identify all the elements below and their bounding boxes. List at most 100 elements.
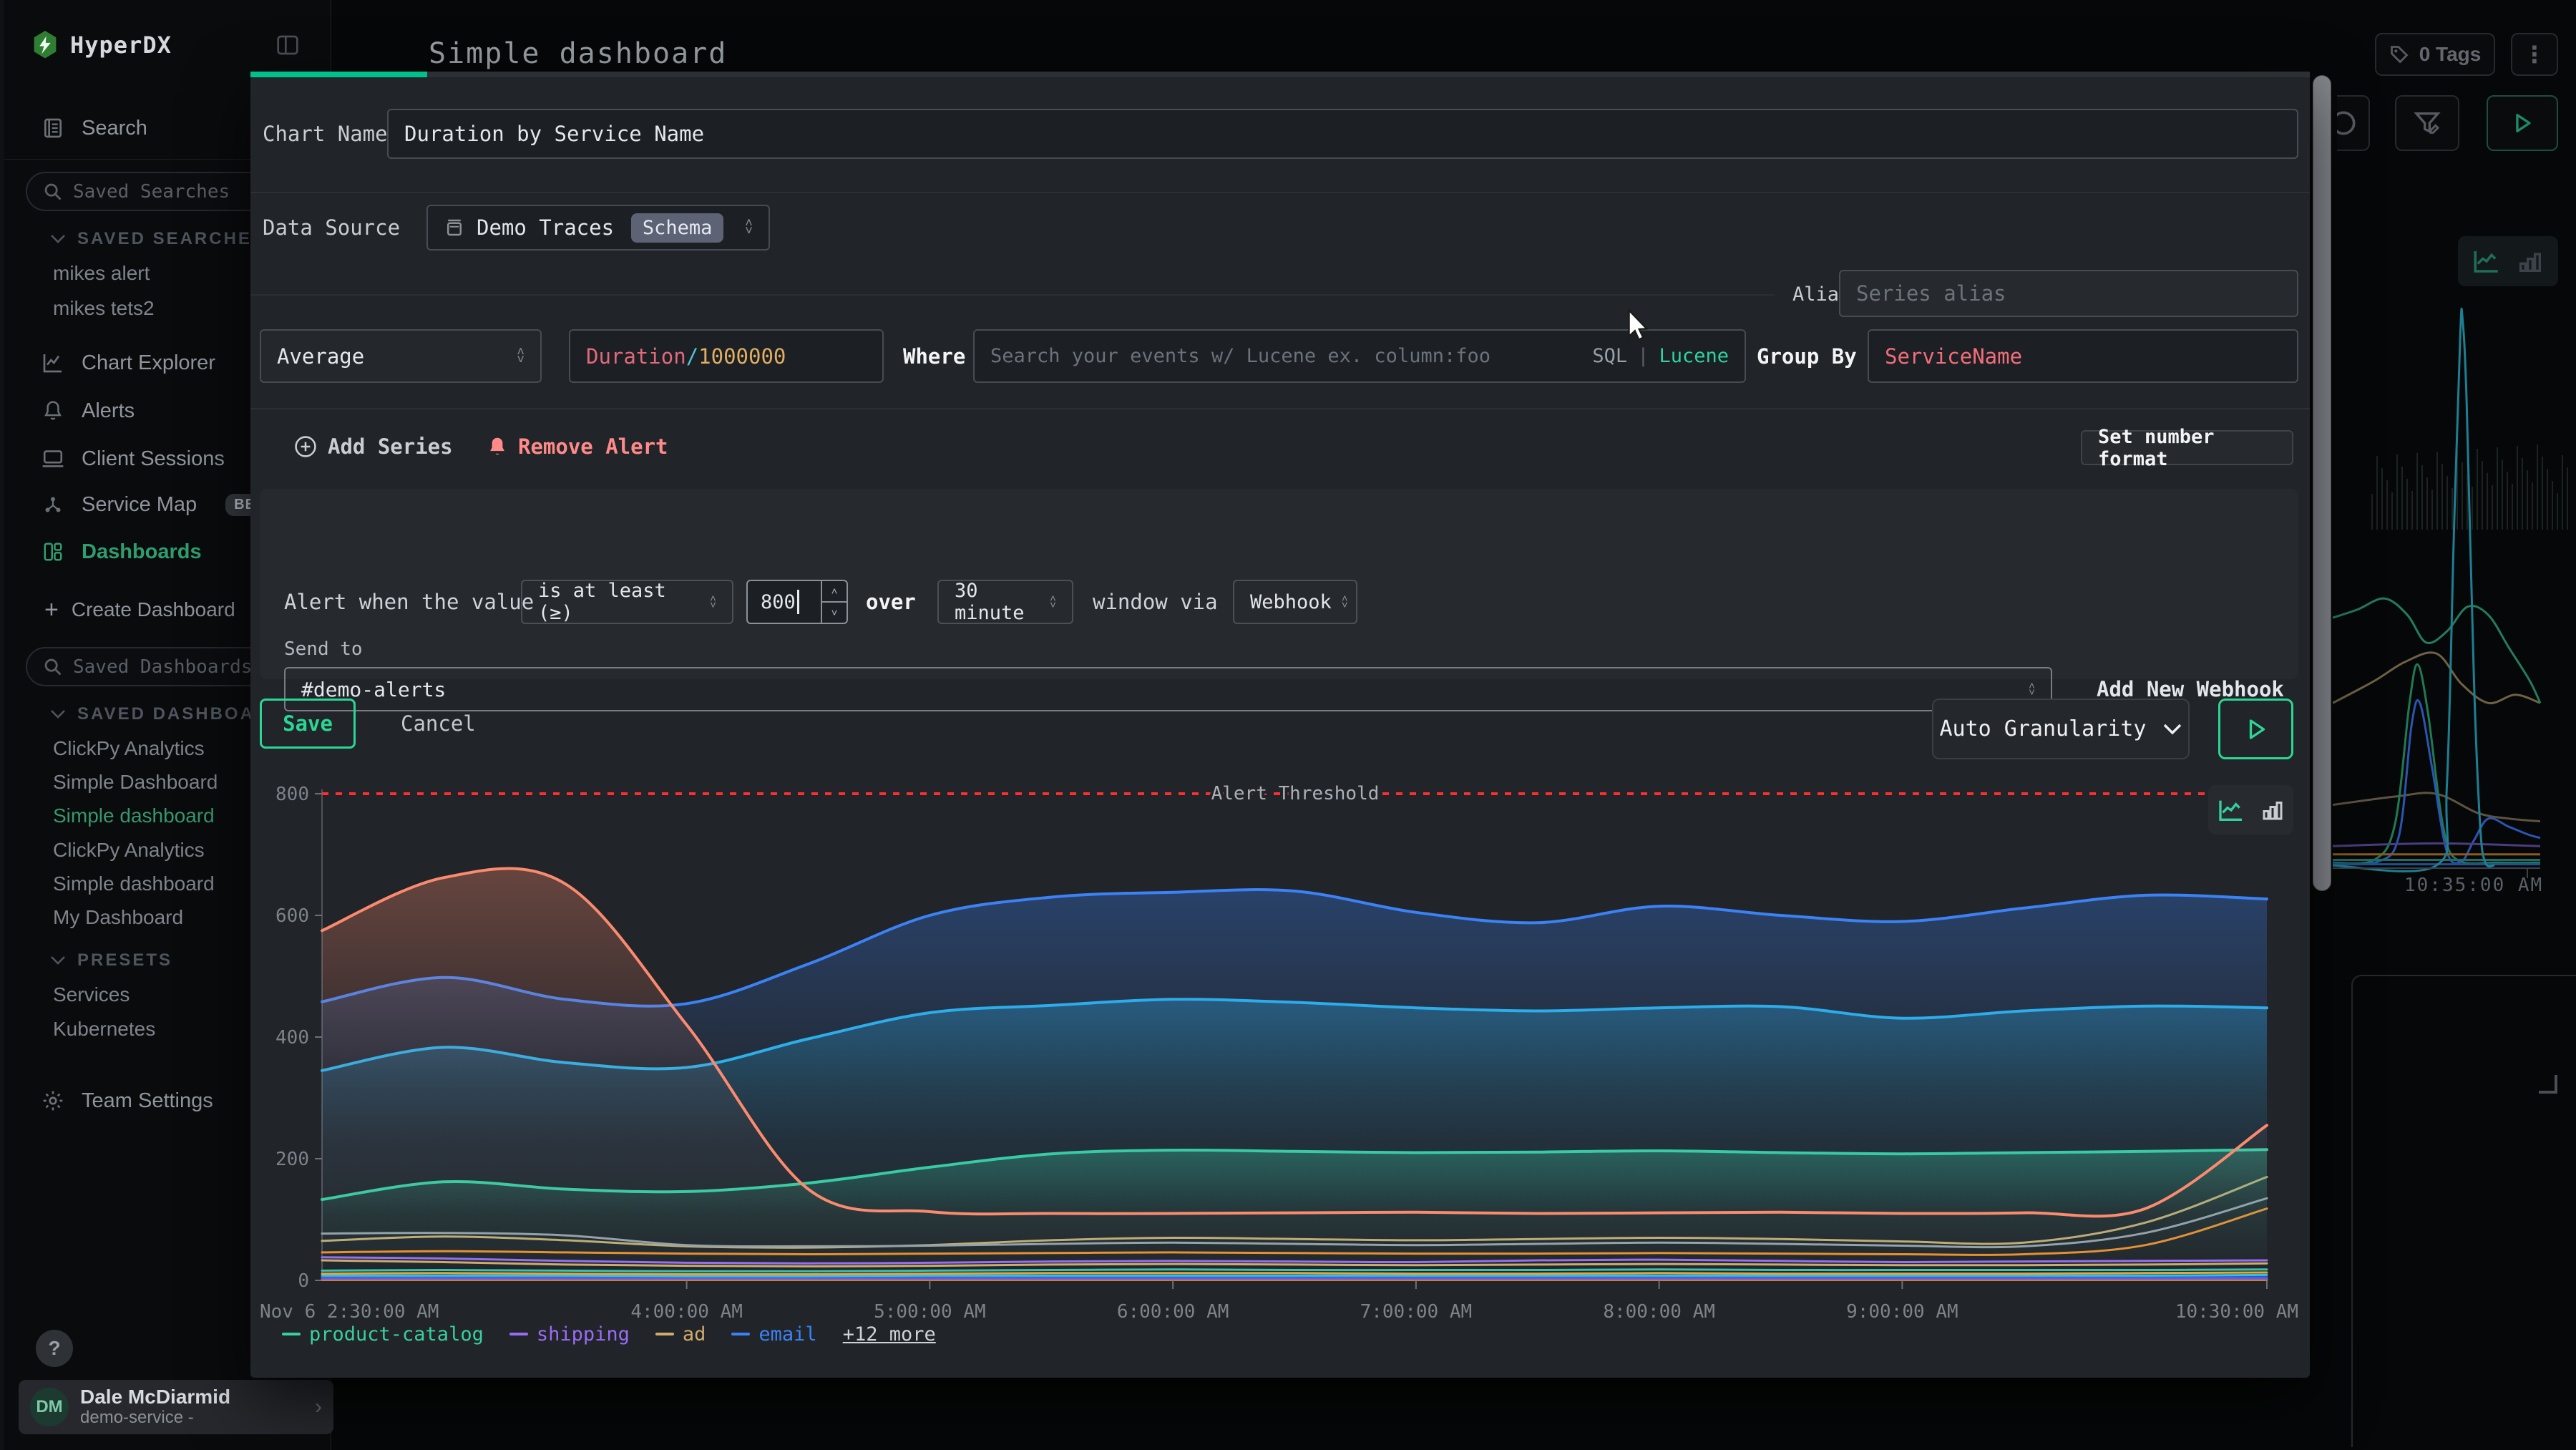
- divider: [250, 408, 2310, 409]
- sidebar-collapse-button[interactable]: [275, 29, 301, 62]
- granularity-select[interactable]: Auto Granularity: [1932, 699, 2190, 759]
- kebab-menu-button[interactable]: [2511, 33, 2558, 76]
- aggregation-select[interactable]: Average: [260, 329, 542, 383]
- svg-text:400: 400: [275, 1027, 309, 1048]
- modal-top-bar: [250, 72, 2310, 77]
- step-down-icon[interactable]: ˅: [822, 603, 847, 623]
- play-icon: [2510, 111, 2534, 135]
- bg-next-panel-edge: [2351, 975, 2576, 1447]
- run-query-button-bg[interactable]: [2487, 95, 2558, 151]
- send-to-label: Send to: [284, 636, 363, 662]
- chart-type-toggle[interactable]: [2208, 785, 2293, 835]
- gear-icon: [40, 1089, 66, 1112]
- data-source-label: Data Source: [263, 205, 400, 250]
- svg-text:200: 200: [275, 1149, 309, 1170]
- plus-circle-icon: [293, 434, 318, 459]
- saved-dashboards-input[interactable]: [73, 656, 273, 678]
- help-button[interactable]: ?: [36, 1330, 73, 1367]
- tags-button[interactable]: 0 Tags: [2375, 33, 2495, 76]
- line-chart-icon: [2217, 796, 2245, 824]
- search-icon: [43, 182, 63, 202]
- remove-alert-button[interactable]: Remove Alert: [487, 429, 668, 464]
- chart-name-input[interactable]: Duration by Service Name: [387, 109, 2298, 159]
- save-button[interactable]: Save: [260, 699, 356, 749]
- svg-text:9:00:00 AM: 9:00:00 AM: [1846, 1301, 1958, 1323]
- bg-chart-type-toggle[interactable]: [2458, 236, 2558, 286]
- alias-input[interactable]: Series alias: [1839, 270, 2298, 317]
- alert-threshold-input[interactable]: 800 ˄˅: [746, 580, 848, 624]
- svg-text:6:00:00 AM: 6:00:00 AM: [1117, 1301, 1229, 1323]
- divider: [250, 294, 1775, 296]
- data-source-select[interactable]: Demo Traces Schema: [426, 205, 770, 250]
- modal-accent-bar: [250, 72, 427, 77]
- select-chevrons-icon: [1040, 595, 1056, 608]
- text-caret: [797, 590, 799, 614]
- service-map-icon: [40, 494, 66, 515]
- alert-prefix: Alert when the value: [284, 580, 534, 624]
- alert-window-select[interactable]: 30 minute: [937, 580, 1073, 624]
- play-icon: [2243, 716, 2269, 742]
- bar-chart-icon: [2516, 247, 2545, 276]
- filter-edit-icon: [2413, 109, 2441, 137]
- cancel-button[interactable]: Cancel: [401, 699, 476, 749]
- tags-button-label: 0 Tags: [2419, 43, 2482, 66]
- query-language-toggle[interactable]: SQL | Lucene: [1592, 345, 1729, 367]
- legend-swatch: [731, 1333, 750, 1335]
- user-card[interactable]: DM Dale McDiarmid demo-service - ›: [19, 1380, 333, 1434]
- alert-config-panel: Alert when the value is at least (≥) 800…: [260, 489, 2298, 679]
- field-input[interactable]: Duration/1000000: [569, 329, 884, 383]
- send-to-select[interactable]: #demo-alerts: [284, 667, 2052, 711]
- legend-more-button[interactable]: +12 more: [843, 1323, 936, 1346]
- alert-over-label: over: [866, 580, 916, 624]
- svg-text:600: 600: [275, 905, 309, 927]
- bar-chart-icon: [2260, 797, 2285, 823]
- saved-searches-input[interactable]: [73, 181, 273, 203]
- panel-resize-handle[interactable]: [2539, 1075, 2557, 1094]
- filter-button[interactable]: [2395, 95, 2459, 151]
- legend-item[interactable]: product-catalog: [282, 1323, 484, 1346]
- line-chart-icon: [2472, 246, 2502, 276]
- number-stepper[interactable]: ˄˅: [821, 581, 847, 623]
- legend-item[interactable]: shipping: [509, 1323, 630, 1346]
- run-chart-button[interactable]: [2218, 699, 2293, 759]
- set-number-format-button[interactable]: Set number format: [2081, 430, 2293, 465]
- add-series-button[interactable]: Add Series: [293, 429, 453, 464]
- svg-text:800: 800: [275, 784, 309, 805]
- chart-name-label: Chart Name: [263, 109, 388, 159]
- modal-scrollbar[interactable]: [2313, 75, 2331, 891]
- bell-icon: [487, 435, 508, 458]
- step-up-icon[interactable]: ˄: [822, 581, 847, 603]
- refresh-icon: [2337, 107, 2359, 139]
- svg-text:Alert Threshold: Alert Threshold: [1211, 783, 1380, 804]
- legend-item[interactable]: ad: [655, 1323, 706, 1346]
- chevron-down-icon: [50, 234, 66, 244]
- bg-chart-x-label: 10:35:00 AM: [2404, 875, 2569, 896]
- laptop-icon: [40, 448, 66, 469]
- database-icon: [444, 217, 465, 238]
- dashboards-icon: [40, 541, 66, 563]
- group-by-input[interactable]: ServiceName: [1868, 329, 2298, 383]
- select-chevrons-icon: [507, 349, 525, 364]
- chart-explorer-icon: [40, 351, 66, 374]
- app-root: Simple dashboard 0 Tags 10:35:00 AM Hype…: [0, 0, 2576, 1450]
- group-by-label: Group By: [1757, 329, 1857, 383]
- duration-chart: 0200400600800Nov 6 2:30:00 AM4:00:00 AM5…: [250, 759, 2310, 1378]
- select-chevrons-icon: [2019, 683, 2035, 696]
- search-icon: [43, 657, 63, 677]
- chevron-down-icon: [50, 709, 66, 719]
- alert-condition-select[interactable]: is at least (≥): [521, 580, 733, 624]
- avatar: DM: [30, 1388, 69, 1426]
- svg-text:0: 0: [298, 1270, 309, 1292]
- tag-icon: [2389, 44, 2409, 64]
- chart-legend: product-catalog shipping ad email +12 mo…: [282, 1315, 936, 1353]
- legend-item[interactable]: email: [731, 1323, 816, 1346]
- divider: [250, 192, 2310, 193]
- mouse-cursor: [1626, 309, 1655, 342]
- window-via-label: window via: [1093, 580, 1218, 624]
- legend-swatch: [509, 1333, 528, 1335]
- sidebar-item-label: Search: [82, 117, 147, 140]
- alert-channel-select[interactable]: Webhook: [1233, 580, 1357, 624]
- where-label: Where: [903, 329, 965, 383]
- schema-badge[interactable]: Schema: [631, 213, 724, 243]
- time-range-button-fragment[interactable]: [2337, 95, 2370, 151]
